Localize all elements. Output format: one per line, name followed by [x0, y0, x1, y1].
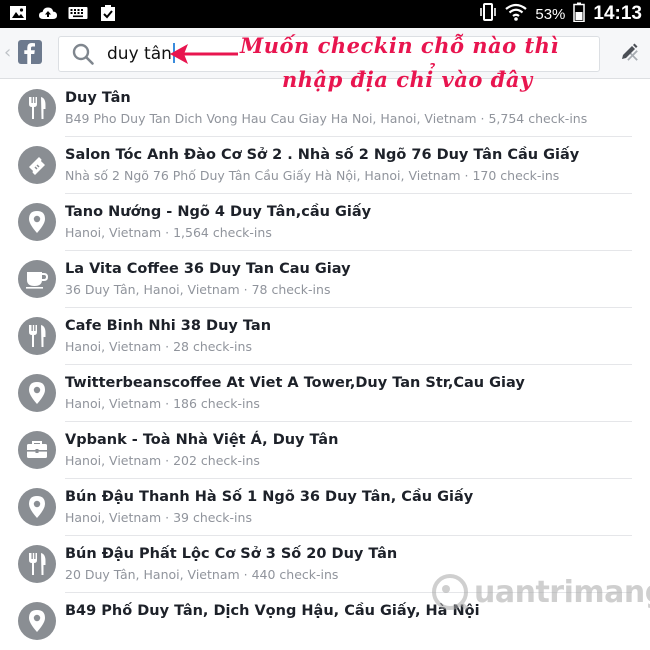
back-chevron-icon[interactable]: ‹: [4, 42, 11, 63]
list-item[interactable]: Tano Nướng - Ngõ 4 Duy Tân,cầu Giấy Hano…: [0, 194, 650, 251]
result-title: Vpbank - Toà Nhà Việt Á, Duy Tân: [65, 432, 339, 448]
list-item[interactable]: Salon Tóc Anh Đào Cơ Sở 2 . Nhà số 2 Ngõ…: [0, 137, 650, 194]
map-pin-icon: [18, 374, 56, 412]
result-title: Tano Nướng - Ngõ 4 Duy Tân,cầu Giấy: [65, 204, 372, 220]
result-subtitle: Hanoi, Vietnam · 28 check-ins: [65, 339, 252, 354]
result-subtitle: B49 Pho Duy Tan Dich Vong Hau Cau Giay H…: [65, 111, 588, 126]
list-item[interactable]: Vpbank - Toà Nhà Việt Á, Duy Tân Hanoi, …: [0, 422, 650, 479]
status-bar-left-icons: [8, 4, 118, 22]
coffee-cup-icon: [18, 260, 56, 298]
result-title: Bún Đậu Thanh Hà Số 1 Ngõ 36 Duy Tân, Cầ…: [65, 489, 474, 505]
search-input-value: duy tân: [107, 44, 172, 64]
result-subtitle: Nhà số 2 Ngõ 76 Phố Duy Tân Cầu Giấy Hà …: [65, 168, 560, 183]
result-title: B49 Phố Duy Tân, Dịch Vọng Hậu, Cầu Giấy…: [65, 603, 480, 619]
result-title: Cafe Binh Nhi 38 Duy Tan: [65, 318, 272, 334]
clock: 14:13: [593, 3, 642, 24]
map-pin-icon: [18, 602, 56, 640]
status-bar-right: 53% 14:13: [479, 2, 642, 26]
result-title: Salon Tóc Anh Đào Cơ Sở 2 . Nhà số 2 Ngõ…: [65, 147, 580, 163]
keyboard-icon: [68, 4, 88, 22]
cloud-upload-icon: [38, 4, 58, 22]
phone-vibrate-icon: [479, 2, 497, 26]
watermark-logo-icon: [432, 574, 469, 611]
result-subtitle: Hanoi, Vietnam · 186 check-ins: [65, 396, 260, 411]
battery-icon: [573, 2, 586, 26]
annotation-text-line1: Muốn checkin chỗ nào thì: [240, 33, 559, 58]
map-pin-icon: [18, 488, 56, 526]
fork-knife-icon: [18, 317, 56, 355]
result-title: Twitterbeanscoffee At Viet A Tower,Duy T…: [65, 375, 525, 391]
pencil-icon[interactable]: [620, 43, 638, 65]
facebook-logo-icon[interactable]: [18, 40, 42, 64]
list-item[interactable]: Bún Đậu Thanh Hà Số 1 Ngõ 36 Duy Tân, Cầ…: [0, 479, 650, 536]
list-item[interactable]: Twitterbeanscoffee At Viet A Tower,Duy T…: [0, 365, 650, 422]
search-input[interactable]: duy tân: [107, 43, 175, 64]
list-item[interactable]: Cafe Binh Nhi 38 Duy Tan Hanoi, Vietnam …: [0, 308, 650, 365]
clipboard-check-icon: [98, 4, 118, 22]
watermark: uantrimang: [430, 572, 650, 612]
result-subtitle: Hanoi, Vietnam · 1,564 check-ins: [65, 225, 272, 240]
annotation-arrow-icon: [168, 40, 240, 72]
result-subtitle: 36 Duy Tân, Hanoi, Vietnam · 78 check-in…: [65, 282, 331, 297]
ticket-icon: [18, 146, 56, 184]
result-title: La Vita Coffee 36 Duy Tan Cau Giay: [65, 261, 351, 277]
image-icon: [8, 4, 28, 22]
list-item[interactable]: La Vita Coffee 36 Duy Tan Cau Giay 36 Du…: [0, 251, 650, 308]
wifi-icon: [505, 3, 528, 25]
result-title: Duy Tân: [65, 90, 131, 106]
result-subtitle: 20 Duy Tân, Hanoi, Vietnam · 440 check-i…: [65, 567, 339, 582]
result-subtitle: Hanoi, Vietnam · 39 check-ins: [65, 510, 252, 525]
fork-knife-icon: [18, 89, 56, 127]
battery-percent: 53%: [535, 5, 566, 23]
status-bar: 53% 14:13: [0, 0, 650, 28]
result-title: Bún Đậu Phất Lộc Cơ Sở 3 Số 20 Duy Tân: [65, 546, 398, 562]
fork-knife-icon: [18, 545, 56, 583]
map-pin-icon: [18, 203, 56, 241]
result-subtitle: Hanoi, Vietnam · 202 check-ins: [65, 453, 260, 468]
results-list: Duy Tân B49 Pho Duy Tan Dich Vong Hau Ca…: [0, 80, 650, 650]
briefcase-icon: [18, 431, 56, 469]
search-icon: [71, 42, 95, 70]
watermark-text: uantrimang: [474, 574, 650, 610]
list-item[interactable]: Duy Tân B49 Pho Duy Tan Dich Vong Hau Ca…: [0, 80, 650, 137]
